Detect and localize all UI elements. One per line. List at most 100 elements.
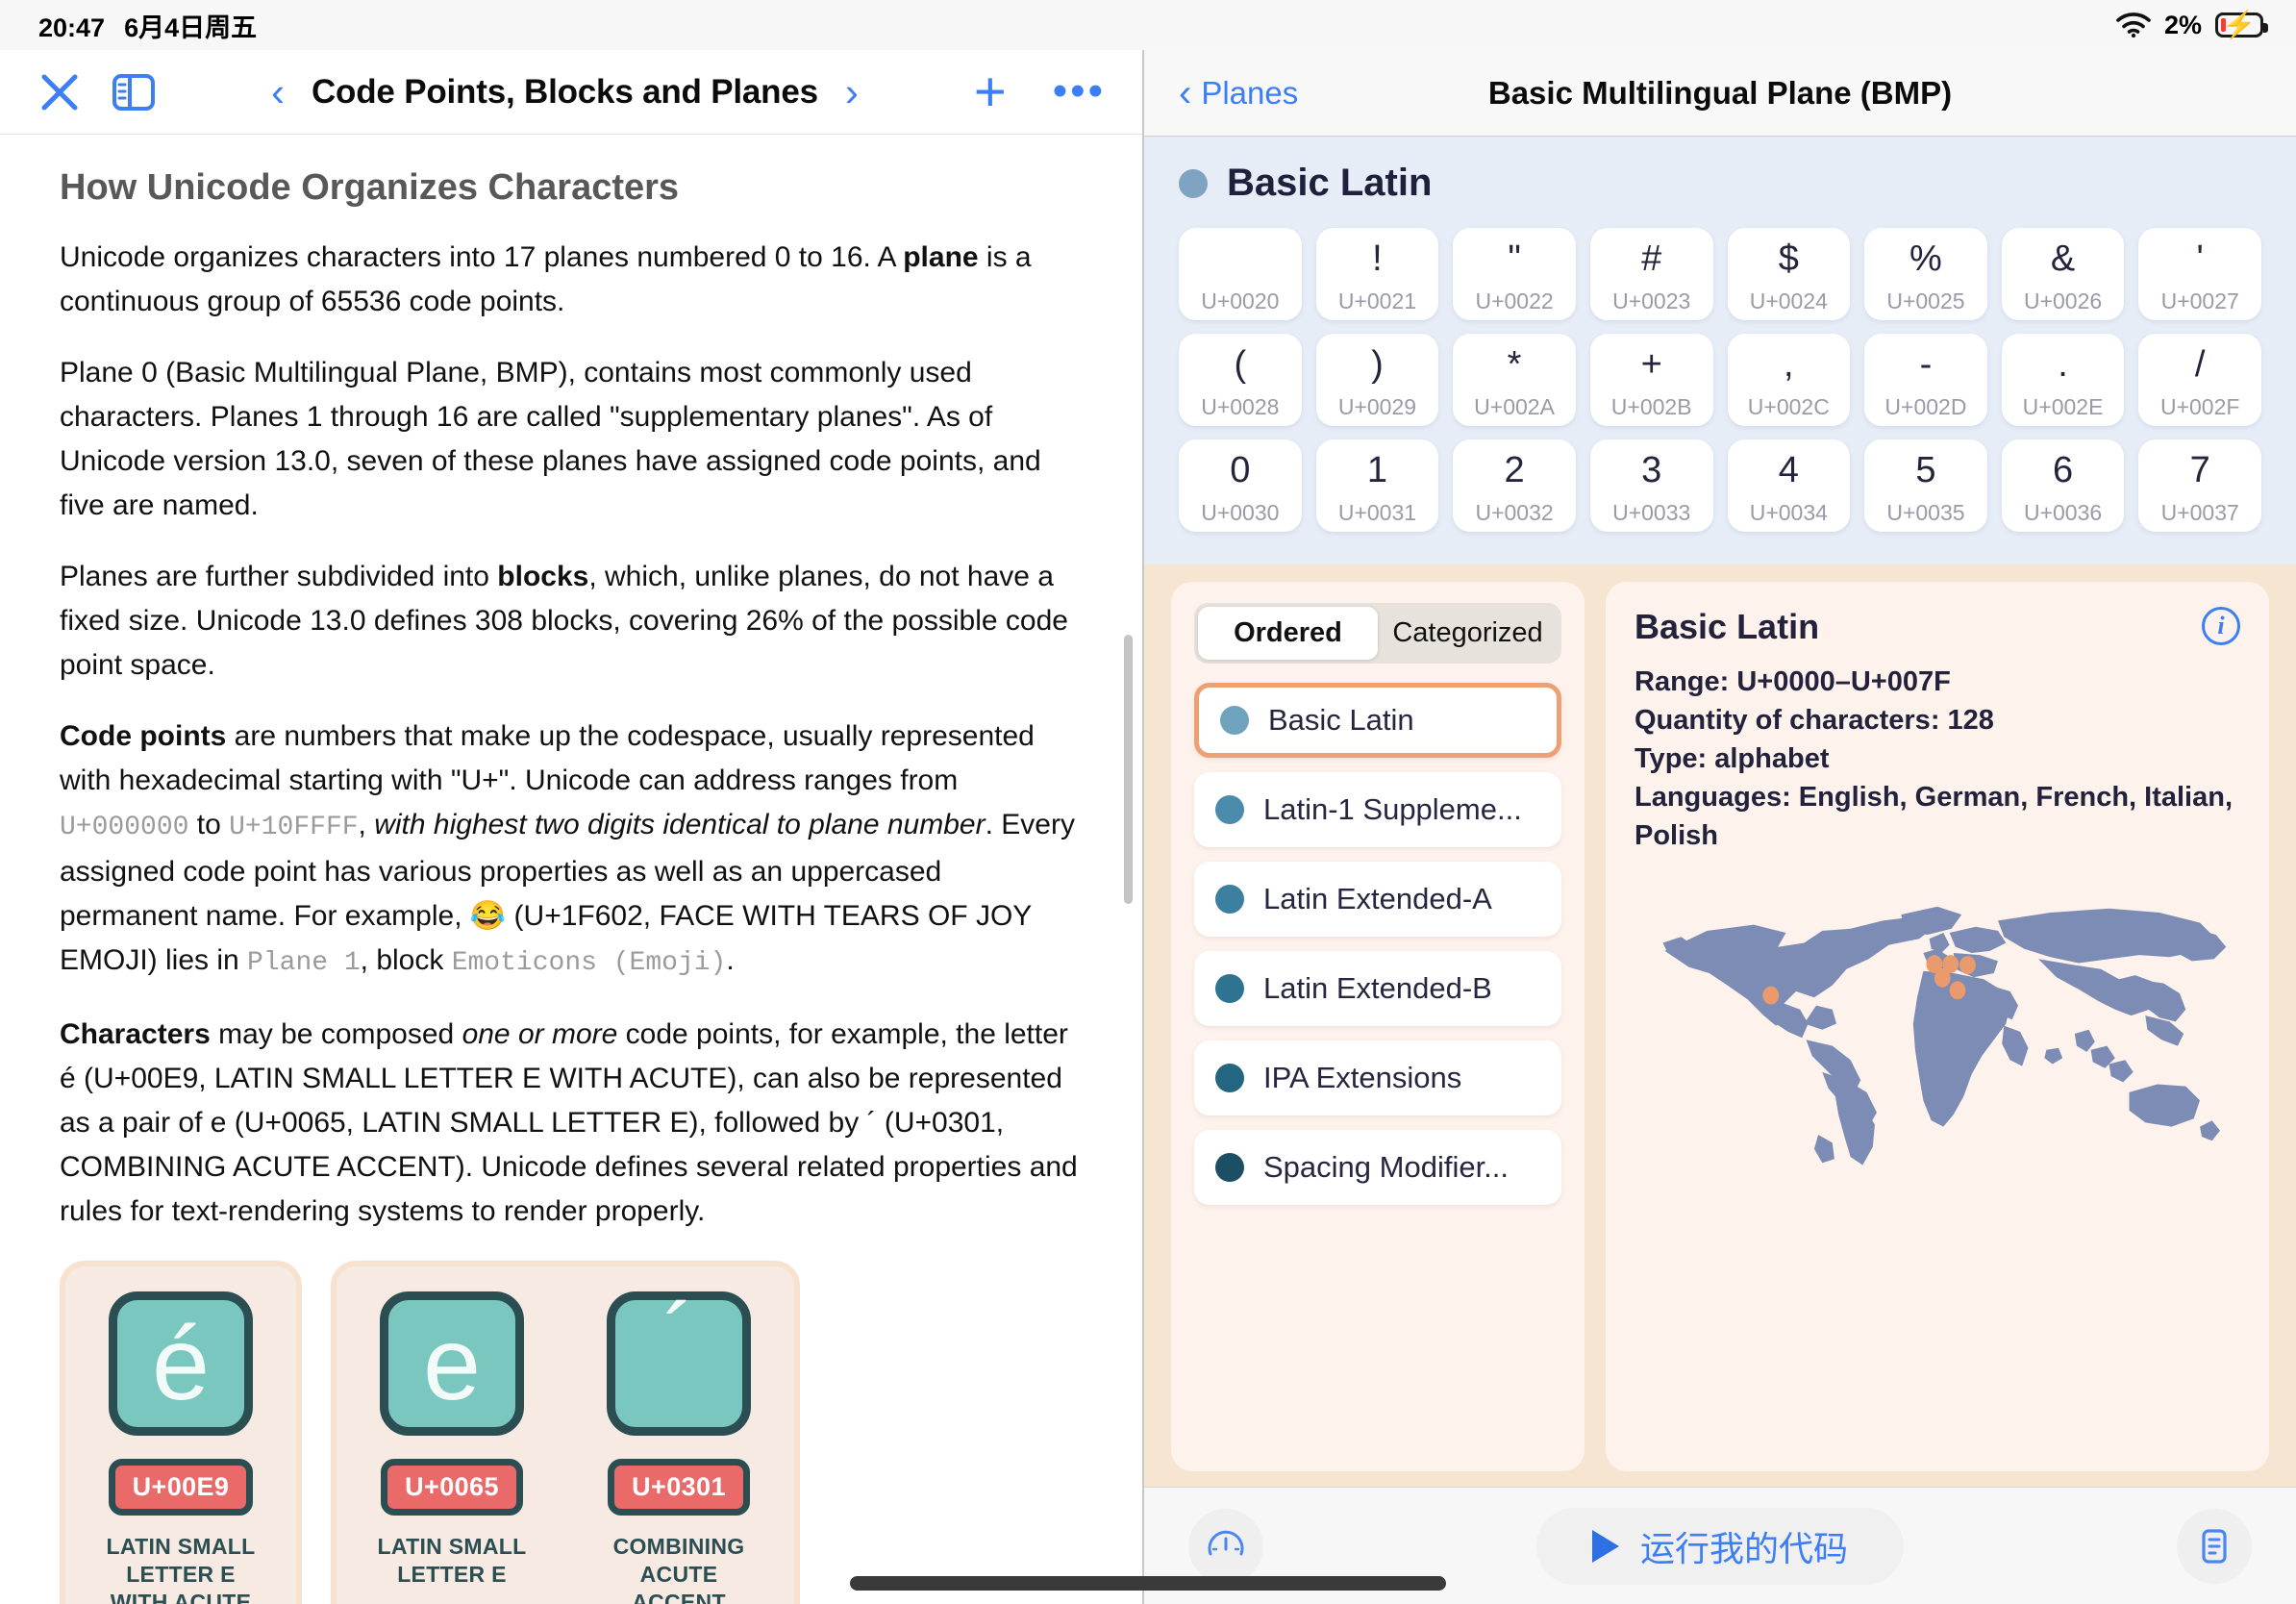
block-label: Latin-1 Suppleme...	[1263, 792, 1522, 826]
character-cell[interactable]: , U+002C	[1727, 334, 1851, 426]
chevron-right-icon[interactable]: ›	[845, 71, 859, 113]
block-list-item[interactable]: Latin Extended-A	[1194, 862, 1561, 937]
character-cell[interactable]: . U+002E	[2001, 334, 2125, 426]
character-glyph: 6	[2052, 449, 2074, 490]
document-body: Unicode organizes characters into 17 pla…	[60, 236, 1083, 1234]
home-indicator[interactable]	[850, 1576, 1446, 1591]
character-cell[interactable]: 3 U+0033	[1589, 439, 1713, 532]
character-cell[interactable]: * U+002A	[1453, 334, 1576, 426]
close-icon[interactable]	[37, 69, 83, 115]
detail-line: Type: alphabet	[1635, 743, 1830, 774]
character-grid[interactable]: U+0020 ! U+0021 " U+0022 # U+0023 $ U+0024% U+002…	[1179, 228, 2261, 532]
character-cell[interactable]: 2 U+0032	[1453, 439, 1576, 532]
speedometer-icon[interactable]	[1188, 1508, 1263, 1584]
tab-ordered[interactable]: Ordered	[1198, 607, 1378, 660]
block-color-dot	[1215, 1064, 1244, 1092]
block-label: Latin Extended-B	[1263, 971, 1492, 1005]
app-navigation-bar: ‹ Planes Basic Multilingual Plane (BMP)	[1144, 50, 2296, 137]
character-cell[interactable]: 0 U+0030	[1179, 439, 1302, 532]
codepoint-badge: U+0065	[381, 1459, 523, 1516]
ellipsis-icon[interactable]: •••	[1053, 70, 1106, 113]
text-run: blocks	[497, 561, 589, 592]
block-color-dot	[1215, 885, 1244, 914]
character-codepoint: U+0035	[1886, 500, 1965, 525]
character-codepoint: U+0021	[1337, 288, 1417, 313]
character-cell[interactable]: (U+0028	[1179, 334, 1302, 426]
character-cell[interactable]: $ U+0024	[1727, 228, 1851, 320]
character-cell[interactable]: 7 U+0037	[2138, 439, 2261, 532]
status-date: 6月4日周五	[124, 13, 258, 42]
text-run: may be composed	[210, 1018, 462, 1050]
block-color-dot	[1215, 974, 1244, 1003]
character-cell[interactable]: ) U+0029	[1315, 334, 1439, 426]
text-run: Emoticons (Emoji)	[451, 948, 727, 978]
block-label: Latin Extended-A	[1263, 882, 1492, 915]
character-cell[interactable]: 1 U+0031	[1315, 439, 1439, 532]
blocks-and-detail-section: Ordered Categorized Basic Latin Latin-1 S…	[1144, 564, 2296, 1487]
sidebar-toggle-icon[interactable]	[112, 71, 156, 113]
paragraph: Characters may be composed one or more c…	[60, 1013, 1079, 1234]
codepoint-name: LATIN SMALL LETTER E WITH ACUTE	[106, 1534, 256, 1604]
character-cell[interactable]: 6 U+0036	[2001, 439, 2125, 532]
block-list-item[interactable]: Latin-1 Suppleme...	[1194, 772, 1561, 847]
character-glyph: .	[2058, 343, 2068, 385]
character-codepoint: U+0032	[1475, 500, 1554, 525]
codepoint-badge: U+00E9	[108, 1459, 254, 1516]
grid-header-label: Basic Latin	[1227, 162, 1433, 204]
character-cell[interactable]: ' U+0027	[2138, 228, 2261, 320]
tab-categorized[interactable]: Categorized	[1378, 607, 1558, 660]
text-run: Plane 0 (Basic Multilingual Plane, BMP),…	[60, 357, 1041, 521]
page-title: How Unicode Organizes Characters	[60, 167, 680, 208]
character-codepoint: U+0020	[1201, 288, 1280, 313]
back-button[interactable]: ‹ Planes	[1179, 74, 1298, 113]
vertical-scrollbar[interactable]	[1124, 635, 1133, 904]
info-circle-icon[interactable]: i	[2202, 607, 2240, 645]
codepoint-name: LATIN SMALL LETTER E	[377, 1534, 527, 1587]
codepoint-diagram: é U+00E9 LATIN SMALL LETTER E WITH ACUTE…	[60, 1261, 1083, 1604]
character-cell[interactable]: U+0020	[1179, 228, 1302, 320]
character-cell[interactable]: " U+0022	[1453, 228, 1576, 320]
document-scroll-area[interactable]: How Unicode Organizes Characters Unicode…	[0, 135, 1142, 1604]
character-cell[interactable]: 5 U+0035	[1864, 439, 1987, 532]
block-list-item[interactable]: Latin Extended-B	[1194, 951, 1561, 1026]
block-label: IPA Extensions	[1263, 1061, 1462, 1094]
character-cell[interactable]: # U+0023	[1589, 228, 1713, 320]
block-list-item[interactable]: IPA Extensions	[1194, 1040, 1561, 1115]
block-list-item[interactable]: Basic Latin	[1194, 683, 1561, 758]
character-glyph: )	[1371, 343, 1384, 385]
plus-icon[interactable]: +	[974, 63, 1007, 120]
character-glyph: *	[1507, 343, 1522, 385]
character-glyph: 7	[2189, 449, 2210, 490]
text-run: Unicode organizes characters into 17 pla…	[60, 241, 904, 273]
character-codepoint: U+0030	[1201, 500, 1280, 525]
blocks-panel: Ordered Categorized Basic Latin Latin-1 S…	[1171, 582, 1585, 1471]
text-run: Code points	[60, 720, 227, 752]
character-glyph: 3	[1641, 449, 1662, 490]
chevron-left-icon: ‹	[1179, 71, 1192, 114]
text-run: one or more	[462, 1018, 618, 1050]
chevron-left-icon[interactable]: ‹	[271, 71, 285, 113]
character-codepoint: U+0036	[2023, 500, 2103, 525]
character-cell[interactable]: ! U+0021	[1315, 228, 1439, 320]
character-cell[interactable]: & U+0026	[2001, 228, 2125, 320]
character-cell[interactable]: / U+002F	[2138, 334, 2261, 426]
ipad-screen: 20:47 6月4日周五 2% ⚡ ‹ Code Points, Blocks …	[0, 0, 2296, 1604]
document-icon[interactable]	[2177, 1508, 2252, 1584]
paragraph: Plane 0 (Basic Multilingual Plane, BMP),…	[60, 351, 1079, 528]
character-cell[interactable]: + U+002B	[1589, 334, 1713, 426]
block-list-item[interactable]: Spacing Modifier...	[1194, 1130, 1561, 1205]
character-codepoint: U+0037	[2160, 500, 2239, 525]
character-glyph: #	[1641, 238, 1662, 279]
block-list: Basic Latin Latin-1 Suppleme... Latin Exte…	[1194, 683, 1561, 1205]
codepoint-name: COMBINING ACUTE ACCENT	[612, 1534, 745, 1604]
character-cell[interactable]: % U+0025	[1864, 228, 1987, 320]
character-glyph: 0	[1230, 449, 1251, 490]
character-cell[interactable]: - U+002D	[1864, 334, 1987, 426]
character-grid-section: Basic Latin U+0020 ! U+0021 " U+0022 # U+0023 $…	[1144, 137, 2296, 564]
character-cell[interactable]: 4 U+0034	[1727, 439, 1851, 532]
view-mode-segmented-control[interactable]: Ordered Categorized	[1194, 603, 1561, 664]
diagram-card: é U+00E9 LATIN SMALL LETTER E WITH ACUTE	[60, 1261, 302, 1604]
character-codepoint: U+002D	[1884, 394, 1967, 419]
app-title: Basic Multilingual Plane (BMP)	[1487, 74, 1953, 111]
run-code-button[interactable]: 运行我的代码	[1535, 1507, 1905, 1585]
